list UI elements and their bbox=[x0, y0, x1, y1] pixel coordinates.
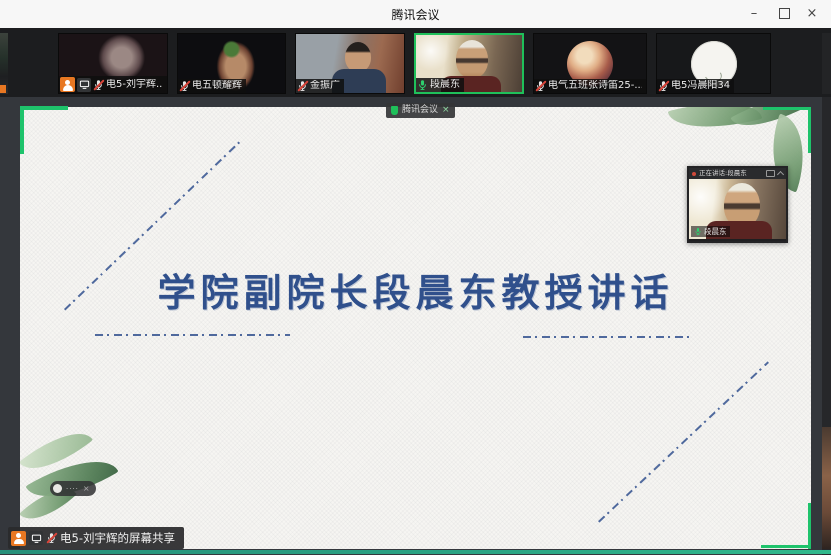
sharer-person-icon bbox=[11, 531, 26, 546]
screen-share-icon bbox=[77, 78, 91, 92]
mic-icon bbox=[417, 79, 428, 91]
bottom-edge-line bbox=[0, 550, 831, 554]
participant-name-tag: 电五顿耀辉 bbox=[178, 79, 246, 93]
corner-bracket bbox=[808, 503, 811, 549]
right-edge-video-sliver bbox=[822, 427, 831, 549]
participant-name-tag: 段晨东 bbox=[416, 78, 464, 92]
participant-name-tag: 电气五班张诗笛25-... bbox=[534, 79, 646, 93]
slide-title: 学院副院长段晨东教授讲话 bbox=[20, 262, 811, 317]
sharer-person-icon bbox=[60, 77, 75, 92]
floating-hint: ···· × bbox=[50, 481, 96, 496]
pin-icon bbox=[692, 172, 696, 176]
titlebar: 腾讯会议 – × bbox=[0, 0, 831, 29]
dashed-line-decoration bbox=[523, 336, 690, 338]
mic-icon bbox=[694, 227, 702, 236]
participant-video-tile[interactable]: 段晨东 bbox=[414, 33, 524, 94]
participant-name: 电5冯晨阳34 bbox=[671, 80, 730, 92]
maximize-button[interactable] bbox=[769, 0, 799, 27]
speaker-window-header[interactable]: 正在讲话:段晨东 bbox=[689, 168, 786, 179]
participant-video-tile[interactable]: 电五顿耀辉 bbox=[177, 33, 286, 94]
participant-name-tag: 金振广 bbox=[296, 79, 344, 93]
mic-icon bbox=[535, 80, 546, 92]
mic-icon bbox=[179, 80, 190, 92]
close-button[interactable]: × bbox=[797, 0, 827, 27]
thumbnail-row: 电5-刘宇辉... 电五顿耀辉 金振广 段晨东 bbox=[58, 33, 771, 94]
mic-icon bbox=[46, 532, 57, 544]
camera-icon[interactable] bbox=[766, 170, 775, 177]
share-toast-label: 电5-刘宇辉的屏幕共享 bbox=[60, 530, 175, 546]
participant-video-tile[interactable]: 电气五班张诗笛25-... bbox=[533, 33, 647, 94]
speaker-video: 段晨东 bbox=[689, 179, 786, 239]
participant-name: 电五顿耀辉 bbox=[192, 80, 242, 92]
dashed-line-decoration bbox=[95, 334, 290, 336]
corner-bracket bbox=[763, 107, 811, 110]
share-banner-close-icon[interactable]: × bbox=[442, 103, 450, 118]
speaker-face bbox=[724, 183, 760, 227]
hint-icon bbox=[53, 484, 62, 493]
participant-video-tile[interactable]: 电5冯晨阳34 bbox=[656, 33, 771, 94]
partial-thumbnail-right bbox=[822, 33, 831, 94]
hint-label: ···· bbox=[66, 485, 79, 493]
share-banner[interactable]: 腾讯会议 × bbox=[386, 103, 455, 118]
participant-name: 电气五班张诗笛25-... bbox=[548, 80, 642, 92]
active-speaker-window[interactable]: 正在讲话:段晨东 段晨东 bbox=[687, 166, 788, 243]
participant-name: 金振广 bbox=[310, 80, 340, 92]
screen-share-icon bbox=[29, 531, 43, 545]
dashed-line-decoration bbox=[598, 361, 769, 522]
corner-bracket bbox=[761, 545, 811, 548]
participant-name-tag: 电5冯晨阳34 bbox=[657, 79, 734, 93]
speaker-name-tag: 段晨东 bbox=[691, 226, 730, 237]
screen-share-toast: 电5-刘宇辉的屏幕共享 bbox=[8, 527, 184, 549]
partial-thumbnail-left bbox=[0, 33, 8, 94]
corner-bracket bbox=[20, 106, 24, 154]
maximize-icon bbox=[779, 8, 790, 19]
meeting-logo-icon bbox=[391, 106, 398, 115]
mic-icon bbox=[658, 80, 669, 92]
participant-name-tag: 电5-刘宇辉... bbox=[59, 76, 167, 93]
collapse-icon[interactable] bbox=[777, 171, 784, 178]
participant-name: 段晨东 bbox=[430, 79, 460, 91]
tencent-meeting-window: 腾讯会议 – × 电5-刘宇辉... 电五顿耀辉 金振广 bbox=[0, 0, 831, 555]
mic-icon bbox=[297, 80, 308, 92]
corner-bracket bbox=[808, 107, 811, 153]
share-banner-label: 腾讯会议 bbox=[402, 103, 438, 118]
hint-close-icon[interactable]: × bbox=[83, 484, 90, 493]
speaking-status: 正在讲话:段晨东 bbox=[699, 168, 763, 179]
minimize-button[interactable]: – bbox=[739, 0, 769, 27]
shared-screen-area: 学院副院长段晨东教授讲话 ···· × 腾讯会议 × 正在讲话:段晨东 bbox=[0, 97, 831, 555]
participant-video-tile[interactable]: 金振广 bbox=[295, 33, 405, 94]
speaker-name: 段晨东 bbox=[704, 227, 727, 236]
participant-video-tile[interactable]: 电5-刘宇辉... bbox=[58, 33, 168, 94]
window-title: 腾讯会议 bbox=[0, 6, 831, 23]
mic-icon bbox=[93, 79, 104, 91]
participant-strip: 电5-刘宇辉... 电五顿耀辉 金振广 段晨东 bbox=[0, 28, 831, 97]
participant-name: 电5-刘宇辉... bbox=[106, 79, 163, 91]
corner-bracket bbox=[20, 106, 68, 110]
